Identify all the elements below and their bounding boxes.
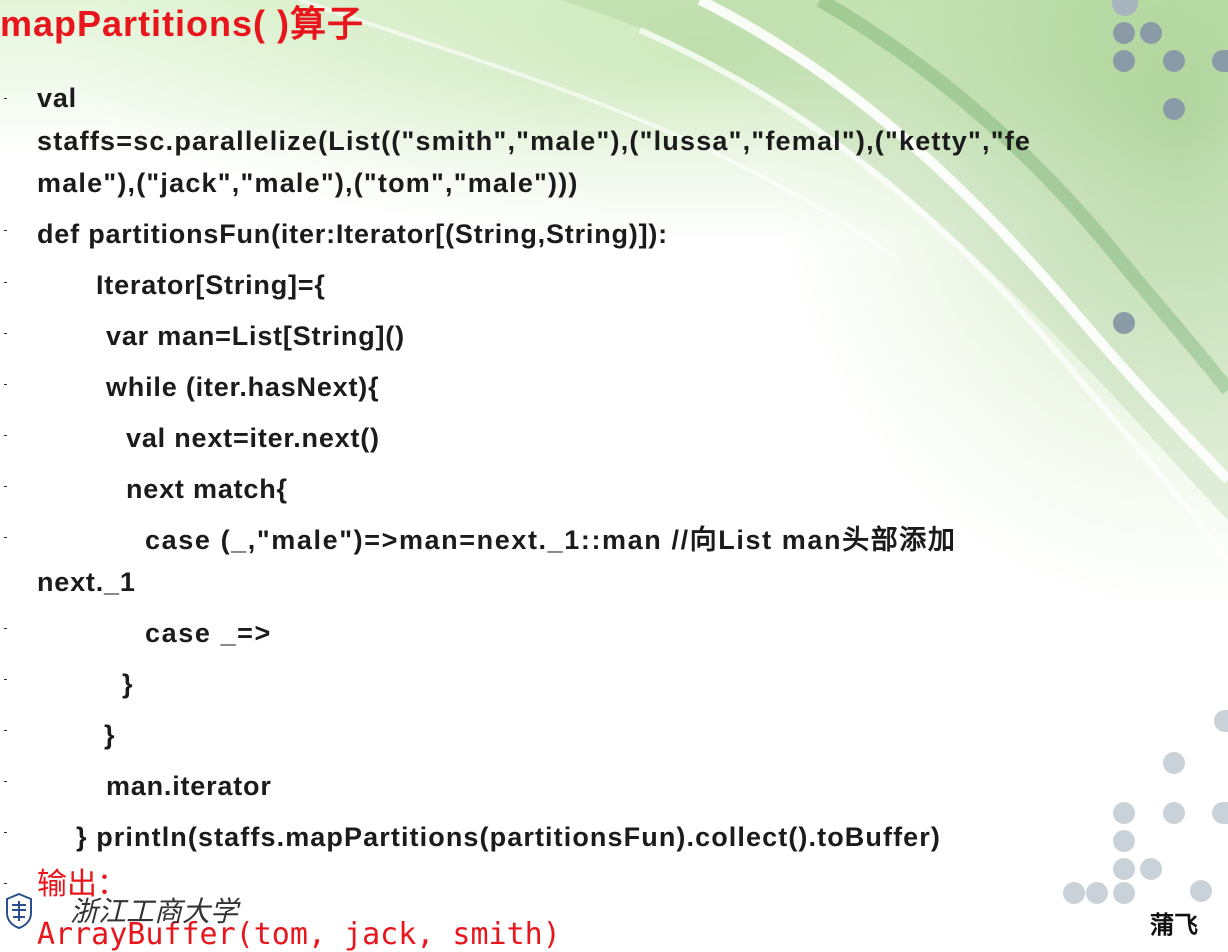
- decor-dot: [1214, 710, 1228, 732]
- decor-dot: [1140, 22, 1162, 44]
- code-line: while (iter.hasNext){: [106, 372, 380, 402]
- bullet-marker: [4, 628, 7, 629]
- code-line: male"),("jack","male"),("tom","male"))): [37, 168, 579, 198]
- decor-dot: [1063, 882, 1085, 904]
- decor-dot: [1163, 50, 1185, 72]
- bullet-marker: [4, 230, 7, 231]
- code-line: man.iterator: [106, 771, 272, 801]
- slide-title: mapPartitions( )算子: [0, 3, 365, 44]
- bullet-marker: [4, 384, 7, 385]
- code-line: }: [122, 669, 134, 699]
- code-line: }: [104, 720, 116, 750]
- code-line: next match{: [126, 474, 288, 504]
- decor-dot: [1113, 312, 1135, 334]
- bullet-marker: [4, 282, 7, 283]
- university-name: 浙江工商大学: [70, 895, 239, 928]
- code-line: case (_,"male")=>man=next._1::man //向Lis…: [145, 525, 957, 555]
- decor-dot: [1113, 858, 1135, 880]
- decor-dot: [1212, 802, 1228, 824]
- bullet-marker: [4, 333, 7, 334]
- code-line: def partitionsFun(iter:Iterator[(String,…: [37, 219, 668, 249]
- decor-dot: [1190, 880, 1212, 902]
- decor-dot: [1086, 882, 1108, 904]
- bullet-marker: [4, 679, 7, 680]
- bullet-marker: [4, 781, 7, 782]
- university-logo-icon: [6, 893, 32, 929]
- author-name: 蒲飞: [1150, 910, 1198, 939]
- bullet-marker: [4, 486, 7, 487]
- bullet-marker: [4, 730, 7, 731]
- bullet-marker: [4, 832, 7, 833]
- code-line: staffs=sc.parallelize(List(("smith","mal…: [37, 126, 1032, 156]
- decor-dot: [1140, 858, 1162, 880]
- decor-dot: [1163, 752, 1185, 774]
- decor-dot: [1113, 830, 1135, 852]
- code-line: Iterator[String]={: [96, 270, 326, 300]
- code-line: val: [37, 83, 77, 113]
- decor-dot: [1113, 22, 1135, 44]
- code-line: var man=List[String](): [106, 321, 405, 351]
- decor-dot: [1113, 882, 1135, 904]
- bullet-marker: [4, 435, 7, 436]
- decor-dot: [1212, 50, 1228, 72]
- code-line: next._1: [37, 567, 136, 597]
- code-line: } println(staffs.mapPartitions(partition…: [76, 822, 941, 852]
- code-line: val next=iter.next(): [126, 423, 380, 453]
- bullet-marker: [4, 98, 7, 99]
- decor-dot: [1113, 50, 1135, 72]
- decor-dot: [1163, 802, 1185, 824]
- code-line: case _=>: [145, 618, 272, 648]
- decor-dot: [1113, 802, 1135, 824]
- bullet-marker: [4, 883, 7, 884]
- decor-dot: [1163, 98, 1185, 120]
- bullet-marker: [4, 537, 7, 538]
- decor-dot: [1112, 0, 1138, 16]
